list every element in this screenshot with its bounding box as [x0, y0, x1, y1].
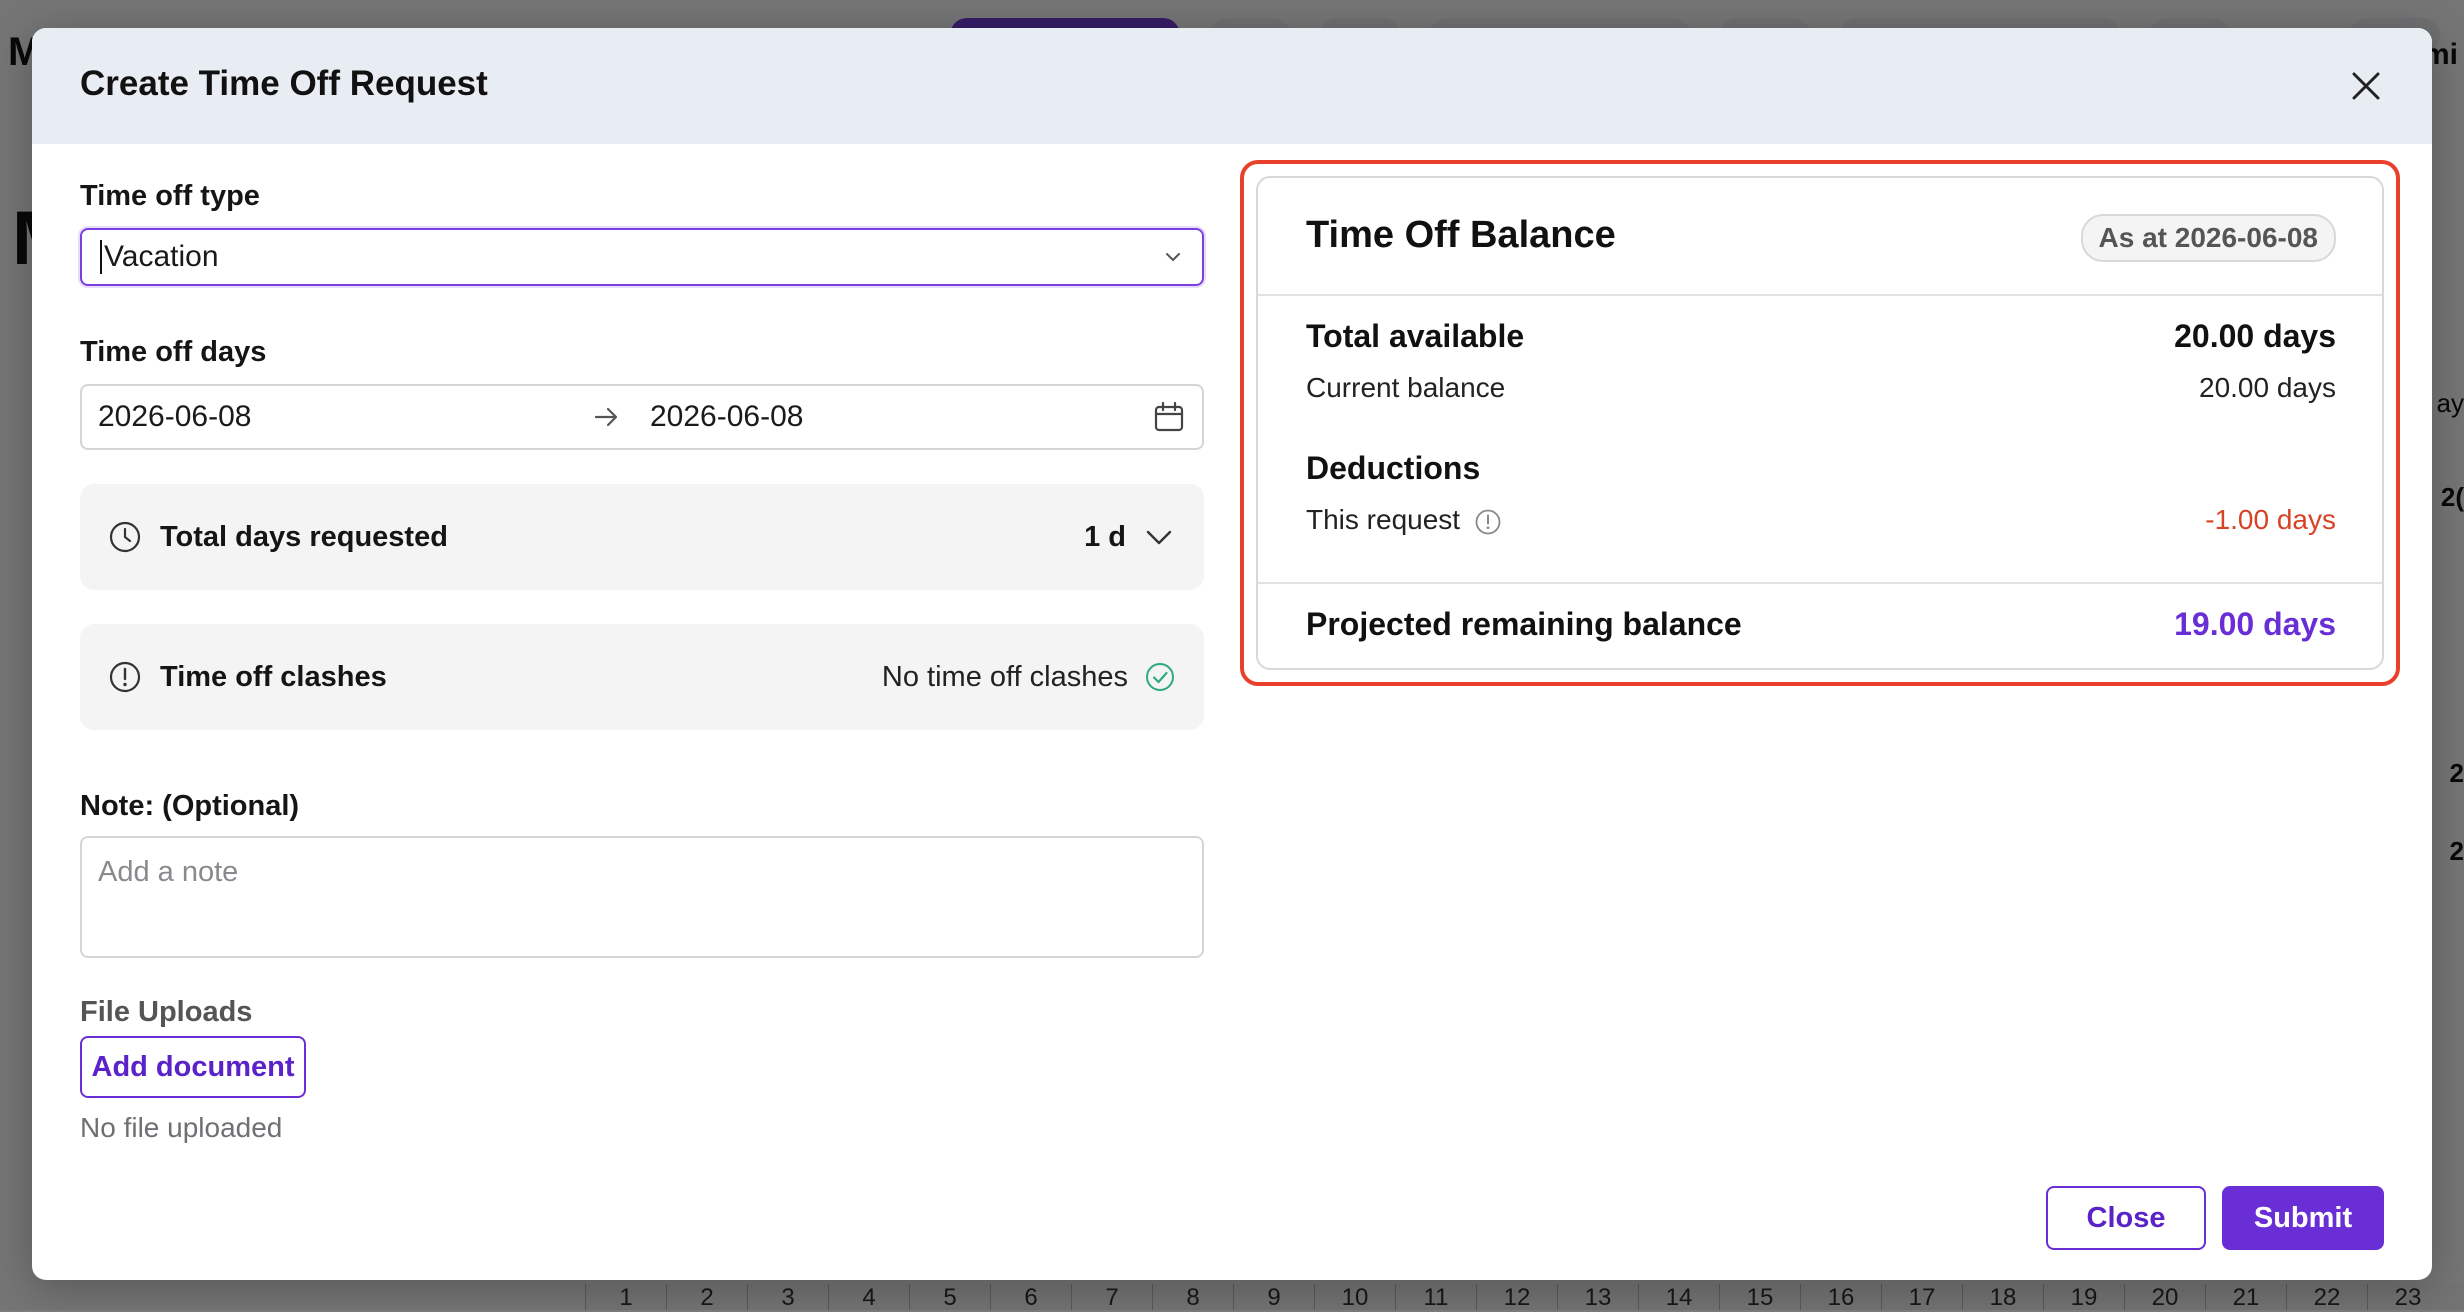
balance-title: Time Off Balance	[1306, 214, 1616, 256]
time-off-days-label: Time off days	[80, 336, 267, 368]
chevron-down-icon[interactable]	[1142, 520, 1176, 554]
current-balance-value: 20.00 days	[2199, 372, 2336, 403]
divider	[1258, 582, 2382, 584]
start-date-input[interactable]: 2026-06-08	[98, 400, 588, 434]
total-days-value: 1 d	[1084, 520, 1126, 553]
clashes-label: Time off clashes	[160, 660, 387, 693]
projected-balance-row: Projected remaining balance 19.00 days	[1306, 606, 2336, 643]
end-date-input[interactable]: 2026-06-08	[650, 400, 1152, 434]
chevron-down-icon	[1166, 253, 1180, 262]
this-request-label: This request	[1306, 504, 1461, 535]
close-button[interactable]: Close	[2046, 1186, 2206, 1250]
add-document-button[interactable]: Add document	[80, 1036, 306, 1098]
deductions-row: Deductions	[1306, 450, 2336, 487]
close-icon[interactable]	[2342, 62, 2390, 110]
clock-icon	[109, 521, 141, 553]
time-off-type-label: Time off type	[80, 180, 260, 212]
create-time-off-modal: Create Time Off Request Time off type Va…	[32, 28, 2432, 1280]
this-request-label-wrap: This request	[1306, 504, 2205, 536]
total-days-label: Total days requested	[160, 520, 448, 553]
file-uploads-label: File Uploads	[80, 996, 253, 1028]
time-off-type-value: Vacation	[100, 240, 1162, 274]
note-label: Note: (Optional)	[80, 790, 300, 822]
clashes-panel: Time off clashes No time off clashes	[80, 624, 1204, 730]
note-textarea[interactable]: Add a note	[80, 836, 1204, 958]
projected-balance-label: Projected remaining balance	[1306, 606, 1742, 642]
time-off-balance-card: Time Off Balance As at 2026-06-08 Total …	[1256, 176, 2384, 670]
submit-button[interactable]: Submit	[2222, 1186, 2384, 1250]
total-available-label: Total available	[1306, 318, 1525, 354]
this-request-row: This request -1.00 days	[1306, 504, 2336, 536]
info-icon[interactable]	[1474, 508, 1502, 536]
clashes-value: No time off clashes	[881, 660, 1128, 693]
upload-status: No file uploaded	[80, 1112, 283, 1143]
time-off-type-select[interactable]: Vacation	[80, 228, 1204, 286]
this-request-value: -1.00 days	[2205, 504, 2336, 535]
total-available-value: 20.00 days	[2174, 318, 2336, 354]
total-available-row: Total available 20.00 days	[1306, 318, 2336, 355]
modal-header: Create Time Off Request	[32, 28, 2432, 144]
arrow-right-icon	[594, 407, 618, 427]
current-balance-row: Current balance 20.00 days	[1306, 372, 2336, 404]
current-balance-label: Current balance	[1306, 372, 1506, 403]
modal-title: Create Time Off Request	[80, 64, 488, 103]
deductions-label: Deductions	[1306, 450, 1481, 486]
as-at-badge: As at 2026-06-08	[2080, 214, 2336, 262]
total-days-panel[interactable]: Total days requested 1 d	[80, 484, 1204, 590]
projected-balance-value: 19.00 days	[2174, 606, 2336, 642]
check-circle-icon	[1146, 663, 1174, 691]
date-range-picker[interactable]: 2026-06-08 2026-06-08	[80, 384, 1204, 450]
calendar-icon[interactable]	[1152, 400, 1186, 434]
divider	[1258, 294, 2382, 296]
alert-circle-icon	[109, 661, 141, 693]
